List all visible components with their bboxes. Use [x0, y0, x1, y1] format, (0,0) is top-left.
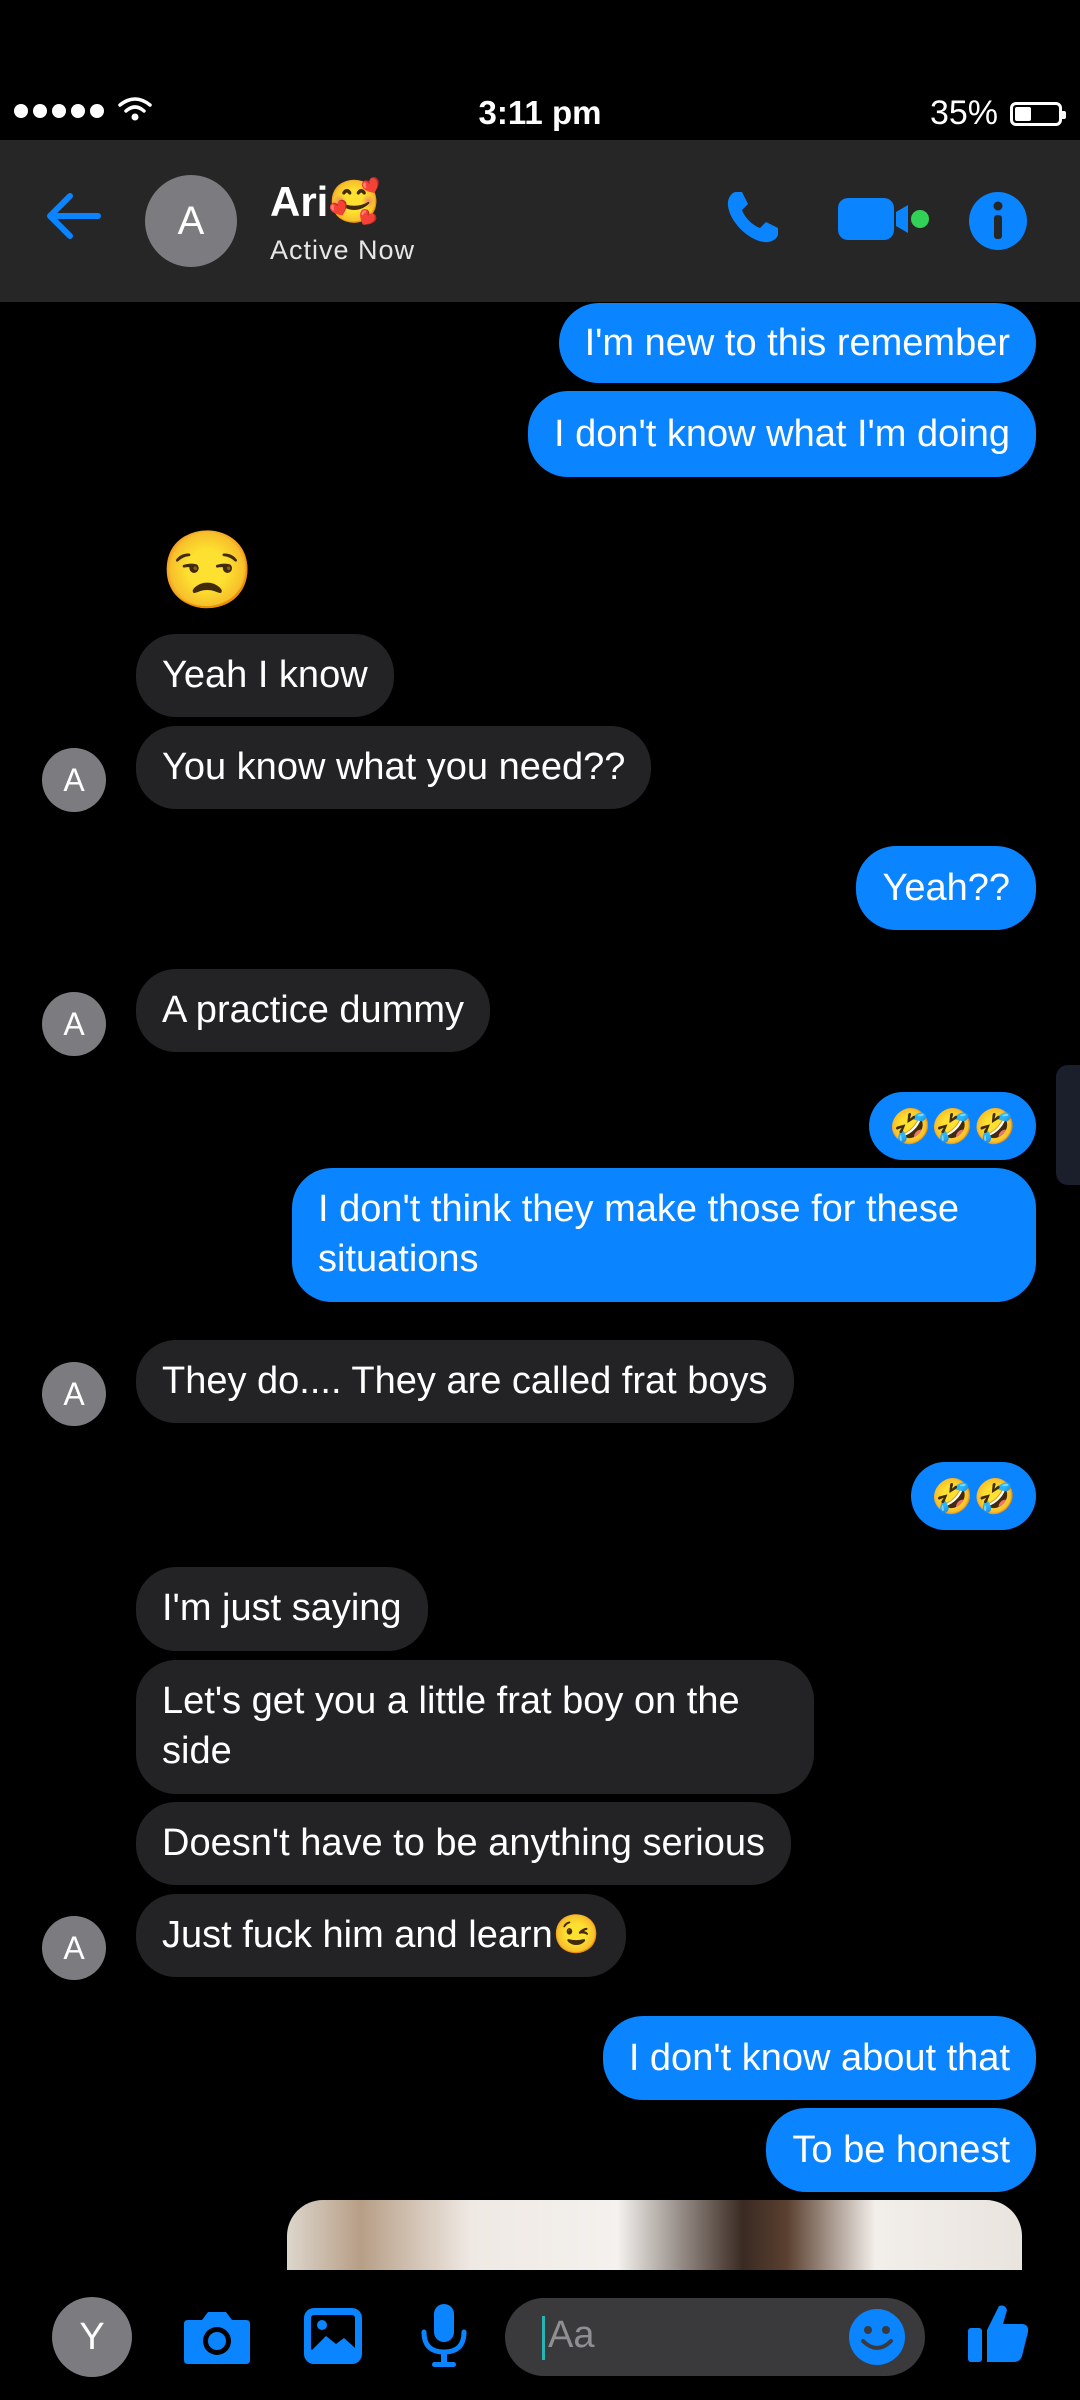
contact-name[interactable]: Ari🥰 — [270, 178, 381, 227]
incoming-message[interactable]: I'm just saying — [136, 1567, 428, 1651]
reaction-emoji: 😒 — [160, 528, 255, 613]
sender-avatar[interactable]: A — [42, 1362, 106, 1426]
incoming-message[interactable]: Doesn't have to be anything serious — [136, 1802, 791, 1885]
user-avatar[interactable]: Y — [52, 2297, 132, 2377]
outgoing-message[interactable]: I don't think they make those for these … — [292, 1168, 1036, 1302]
status-bar: 3:11 pm 35% — [0, 88, 1080, 138]
thumbs-up-icon[interactable] — [965, 2300, 1031, 2366]
incoming-message[interactable]: A practice dummy — [136, 969, 490, 1052]
emoji-icon[interactable] — [847, 2307, 907, 2367]
video-icon[interactable] — [838, 196, 930, 242]
sender-avatar[interactable]: A — [42, 748, 106, 812]
info-icon[interactable] — [968, 191, 1028, 251]
outgoing-message[interactable]: Yeah?? — [856, 846, 1036, 930]
microphone-icon[interactable] — [418, 2302, 470, 2370]
back-arrow-icon[interactable] — [42, 190, 102, 242]
composer-bar: Y Aa — [0, 2270, 1080, 2400]
photo-attachment[interactable] — [287, 2200, 1022, 2270]
outgoing-message[interactable]: To be honest — [766, 2108, 1036, 2192]
outgoing-message[interactable]: I'm new to this remember — [558, 303, 1036, 383]
status-time: 3:11 pm — [478, 94, 602, 131]
outgoing-message[interactable]: 🤣🤣 — [911, 1462, 1036, 1530]
camera-icon[interactable] — [182, 2308, 252, 2366]
sender-avatar[interactable]: A — [42, 992, 106, 1056]
outgoing-message[interactable]: I don't know about that — [602, 2016, 1036, 2100]
message-input[interactable]: Aa — [505, 2298, 925, 2376]
conversation-header: A Ari🥰 Active Now — [0, 140, 1080, 302]
incoming-message[interactable]: Just fuck him and learn😉 — [136, 1894, 627, 1977]
phone-icon[interactable] — [722, 188, 782, 248]
battery-icon — [1010, 101, 1066, 126]
outgoing-message[interactable]: 🤣🤣🤣 — [868, 1092, 1036, 1160]
scroll-indicator[interactable] — [1056, 1065, 1080, 1185]
contact-active-status: Active Now — [270, 235, 416, 265]
message-placeholder: Aa — [548, 2314, 595, 2356]
contact-avatar[interactable]: A — [145, 175, 237, 267]
incoming-message[interactable]: Yeah I know — [136, 634, 394, 717]
gallery-icon[interactable] — [302, 2306, 364, 2366]
outgoing-message[interactable]: I don't know what I'm doing — [528, 391, 1036, 477]
incoming-message[interactable]: They do.... They are called frat boys — [136, 1340, 794, 1423]
incoming-message[interactable]: Let's get you a little frat boy on the s… — [136, 1660, 814, 1794]
battery-indicator: 35% — [929, 94, 1066, 133]
text-cursor — [542, 2316, 545, 2360]
sender-avatar[interactable]: A — [42, 1916, 106, 1980]
battery-percent: 35% — [929, 94, 998, 132]
incoming-message[interactable]: You know what you need?? — [136, 726, 652, 809]
